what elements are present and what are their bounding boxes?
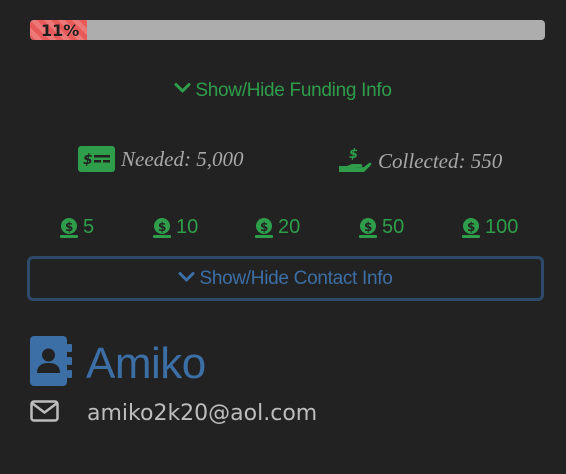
contact-name-row: Amiko xyxy=(30,336,206,391)
donate-button-10[interactable]: $ 10 xyxy=(151,216,198,239)
funding-collected: $ Collected: 550 xyxy=(338,146,502,176)
donate-amount-label: 50 xyxy=(382,216,405,238)
funding-needed-label: Needed: 5,000 xyxy=(121,146,244,171)
contact-email-row: amiko2k20@aol.com xyxy=(30,400,317,427)
donate-amount-label: 20 xyxy=(278,216,301,238)
hand-holding-dollar-icon: $ xyxy=(338,146,372,176)
toggle-funding-info-label: Show/Hide Funding Info xyxy=(195,80,392,102)
svg-text:$: $ xyxy=(83,152,93,168)
envelope-icon xyxy=(30,400,59,427)
contact-name: Amiko xyxy=(86,338,206,388)
svg-text:$: $ xyxy=(349,147,358,162)
toggle-contact-info-button[interactable]: Show/Hide Contact Info xyxy=(27,256,544,301)
coin-dollar-icon: $ xyxy=(60,217,78,238)
donate-amount-label: 5 xyxy=(83,216,95,238)
funding-progress-bar: 11% xyxy=(30,20,545,40)
money-bill-icon: $ xyxy=(78,146,115,172)
donate-button-100[interactable]: $ 100 xyxy=(460,216,518,239)
chevron-down-icon xyxy=(174,78,191,100)
contact-email-link[interactable]: amiko2k20@aol.com xyxy=(87,401,317,426)
funding-collected-label: Collected: 550 xyxy=(378,148,503,173)
progress-label: 11% xyxy=(41,21,80,40)
donate-button-20[interactable]: $ 20 xyxy=(253,216,300,239)
chevron-down-icon xyxy=(178,267,195,289)
coin-dollar-icon: $ xyxy=(359,217,377,238)
svg-text:$: $ xyxy=(260,220,268,234)
address-book-icon xyxy=(30,336,72,391)
donate-button-50[interactable]: $ 50 xyxy=(357,216,404,239)
donate-button-5[interactable]: $ 5 xyxy=(58,216,94,239)
coin-dollar-icon: $ xyxy=(462,217,480,238)
coin-dollar-icon: $ xyxy=(255,217,273,238)
donate-amount-label: 10 xyxy=(176,216,199,238)
svg-text:$: $ xyxy=(467,220,475,234)
funding-needed: $ Needed: 5,000 xyxy=(78,146,243,172)
donate-amount-label: 100 xyxy=(485,216,519,238)
toggle-contact-info-label: Show/Hide Contact Info xyxy=(199,267,393,289)
toggle-funding-info-link[interactable]: Show/Hide Funding Info xyxy=(0,80,566,102)
donation-amounts: $ 5 $ 10 $ 20 $ 50 $ 100 xyxy=(0,216,566,242)
svg-text:$: $ xyxy=(65,220,73,234)
svg-text:$: $ xyxy=(158,220,166,234)
coin-dollar-icon: $ xyxy=(153,217,171,238)
svg-text:$: $ xyxy=(364,220,372,234)
